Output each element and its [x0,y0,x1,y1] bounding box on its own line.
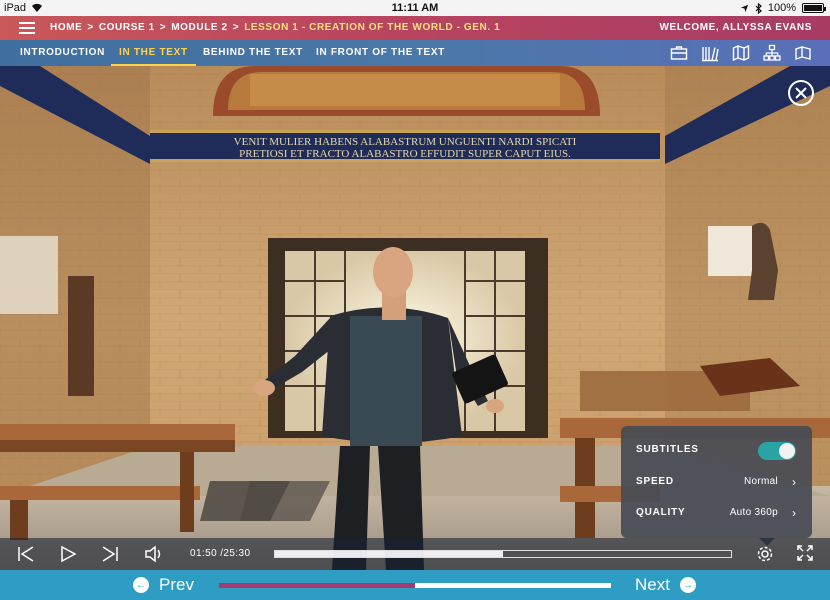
next-button[interactable]: Next → [635,570,696,600]
inscription-line-1: VENIT MULIER HABENS ALABASTRUM UNGUENTI … [234,136,577,148]
tab-in-the-text[interactable]: IN THE TEXT [111,40,196,66]
volume-icon[interactable] [144,545,164,563]
breadcrumb-separator: > [159,22,167,33]
welcome-message: WELCOME, ALLYSSA EVANS [659,22,812,33]
lesson-progress-bar [219,583,611,588]
speed-label: SPEED [636,476,674,487]
tab-introduction[interactable]: INTRODUCTION [12,40,113,66]
arrow-left-icon: ← [133,577,149,593]
menu-icon[interactable] [19,22,35,34]
lesson-navigation: ← Prev Next → [0,570,830,600]
clock: 11:11 AM [391,2,439,14]
battery-percent: 100% [767,2,796,14]
briefcase-icon[interactable] [670,44,688,62]
tab-behind-the-text[interactable]: BEHIND THE TEXT [195,40,311,66]
prev-button[interactable]: ← Prev [133,570,194,600]
bluetooth-icon [755,2,762,14]
seek-bar[interactable] [274,550,732,558]
seek-bar-fill [275,551,503,557]
subtitles-row: SUBTITLES [636,438,798,462]
quality-row[interactable]: QUALITY Auto 360p › [636,501,798,525]
prev-label: Prev [159,575,194,594]
settings-popup: SUBTITLES SPEED Normal › QUALITY Auto 36… [621,426,812,546]
chevron-right-icon: › [792,475,796,489]
chevron-right-icon: › [792,506,796,520]
breadcrumb-separator: > [87,22,94,33]
location-icon [740,4,748,12]
library-icon[interactable] [701,44,719,62]
skip-back-icon[interactable] [17,545,35,563]
tab-in-front-of-the-text[interactable]: IN FRONT OF THE TEXT [308,40,453,66]
time-display: 01:50 /25:30 [190,548,251,559]
breadcrumb-separator: > [232,22,240,33]
lesson-progress-fill [219,583,415,588]
gear-icon[interactable] [756,545,774,563]
status-bar: iPad 11:11 AM 100% [0,0,830,16]
map-icon[interactable] [732,44,750,62]
quality-label: QUALITY [636,507,686,518]
battery-icon [802,3,826,13]
header-bar: HOME > COURSE 1 > MODULE 2 > LESSON 1 - … [0,16,830,40]
book-icon[interactable] [794,44,812,62]
fullscreen-icon[interactable] [797,545,813,561]
video-player[interactable]: VENIT MULIER HABENS ALABASTRUM UNGUENTI … [0,66,830,570]
tab-bar: INTRODUCTION IN THE TEXT BEHIND THE TEXT… [0,40,830,66]
play-icon[interactable] [59,545,77,563]
speed-row[interactable]: SPEED Normal › [636,470,798,494]
quality-value: Auto 360p [729,507,778,518]
subtitles-label: SUBTITLES [636,444,699,455]
skip-forward-icon[interactable] [101,545,119,563]
breadcrumb-module[interactable]: MODULE 2 [171,16,227,40]
close-button[interactable] [788,80,814,106]
next-label: Next [635,575,670,594]
player-controls: 01:50 /25:30 [0,538,830,570]
subtitles-toggle[interactable] [758,442,796,460]
close-icon [795,87,807,99]
breadcrumb-course[interactable]: COURSE 1 [99,16,155,40]
speed-value: Normal [743,476,778,487]
breadcrumb-home[interactable]: HOME [50,16,82,40]
breadcrumb: HOME > COURSE 1 > MODULE 2 > LESSON 1 - … [50,16,500,40]
hierarchy-icon[interactable] [763,44,781,62]
inscription-line-2: PRETIOSI ET FRACTO ALABASTRO EFFUDIT SUP… [239,148,571,160]
arrow-right-icon: → [679,577,696,593]
breadcrumb-lesson: LESSON 1 - CREATION OF THE WORLD - GEN. … [244,22,501,33]
